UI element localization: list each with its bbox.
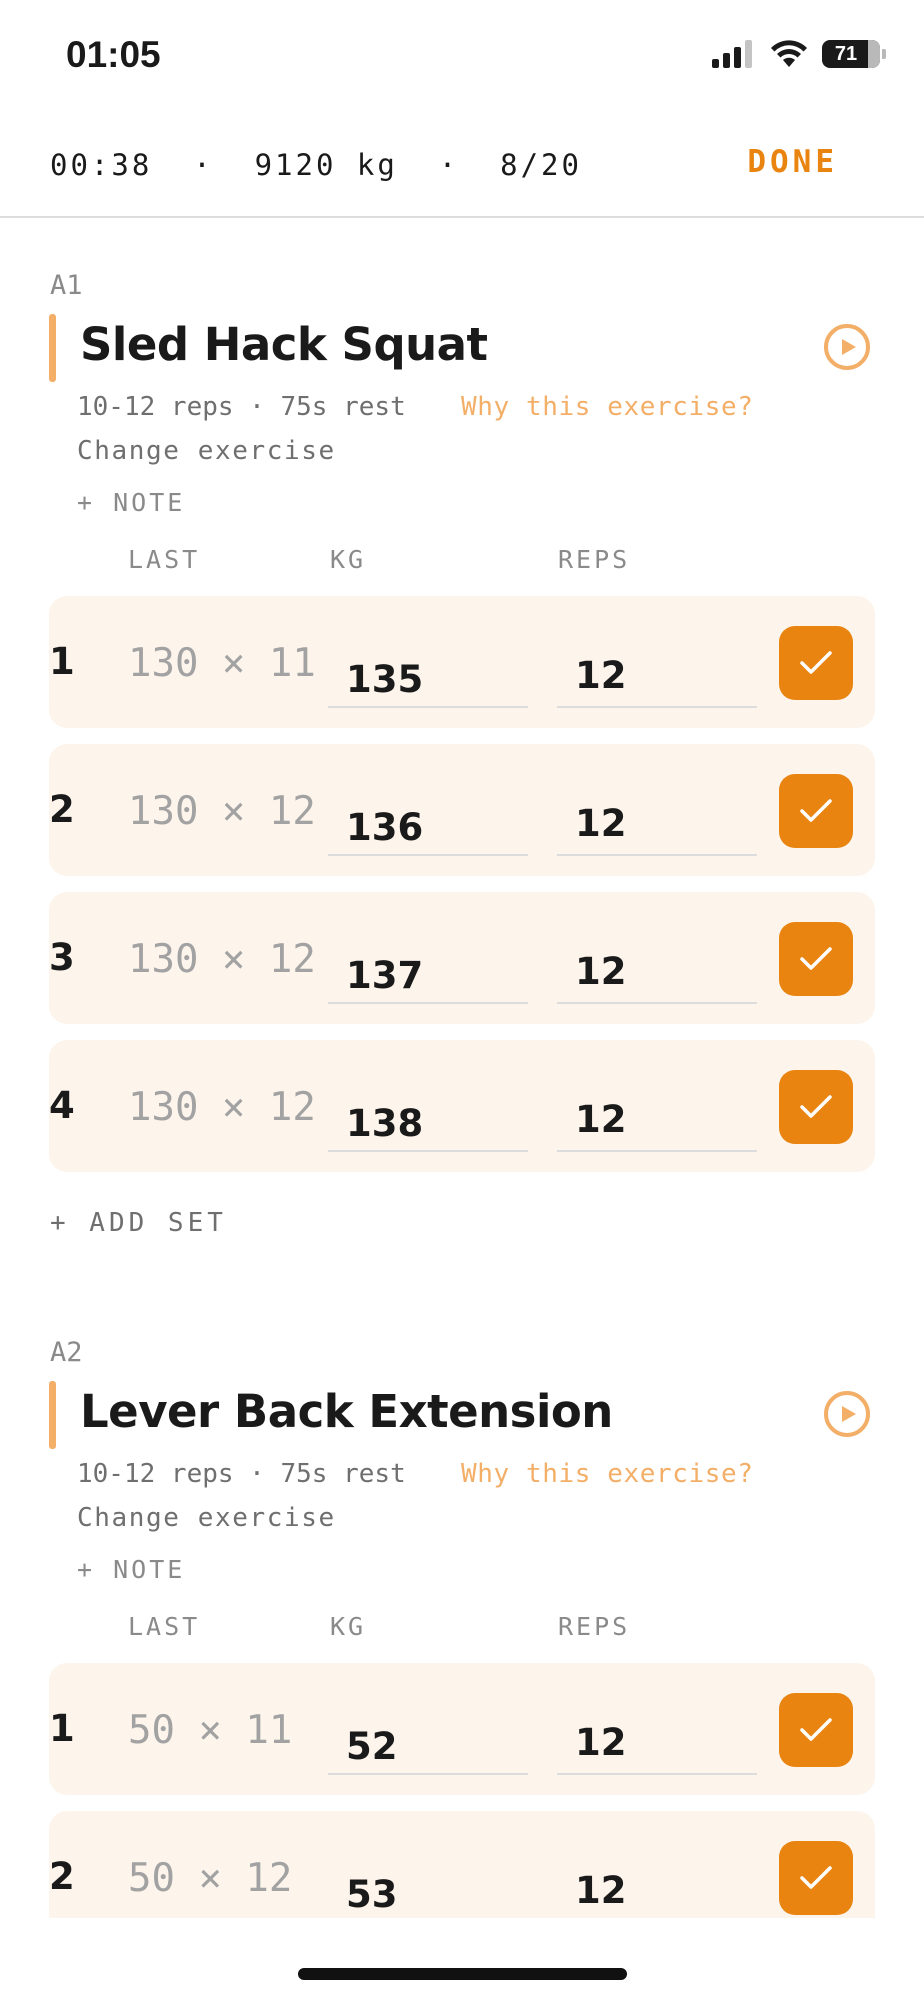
checkmark-icon (800, 1718, 832, 1741)
set-number: 4 (49, 1084, 75, 1127)
set-number: 1 (49, 640, 75, 683)
checkmark-icon (800, 651, 832, 674)
complete-set-button[interactable] (779, 1693, 853, 1767)
exercise-code: A1 (50, 270, 83, 301)
exercise-title: Lever Back Extension (80, 1385, 613, 1438)
battery-icon: 71 (822, 40, 880, 68)
set-number: 2 (49, 1855, 75, 1898)
add-set-button[interactable]: + ADD SET (50, 1208, 227, 1238)
kg-input[interactable] (328, 1867, 528, 1918)
exercise-title: Sled Hack Squat (80, 318, 488, 371)
kg-input[interactable] (328, 800, 528, 856)
column-header-reps: REPS (558, 1612, 631, 1641)
set-last-performance: 130 × 11 (128, 641, 316, 686)
set-row: 3 130 × 12 (49, 892, 875, 1024)
cellular-signal-icon (712, 40, 752, 68)
change-exercise-link[interactable]: Change exercise (77, 436, 336, 466)
set-row: 1 130 × 11 (49, 596, 875, 728)
kg-input[interactable] (328, 652, 528, 708)
reps-input[interactable] (557, 1859, 757, 1918)
column-header-kg: KG (330, 545, 367, 574)
why-this-exercise-link[interactable]: Why this exercise? (461, 392, 754, 422)
kg-input[interactable] (328, 948, 528, 1004)
reps-input[interactable] (557, 940, 757, 1004)
workout-summary-bar: 00:38 · 9120 kg · 8/20 DONE (0, 110, 924, 218)
kg-input[interactable] (328, 1096, 528, 1152)
reps-input[interactable] (557, 644, 757, 708)
complete-set-button[interactable] (779, 1841, 853, 1915)
set-last-performance: 50 × 12 (128, 1856, 293, 1901)
status-bar: 01:05 71 (0, 0, 924, 110)
status-time: 01:05 (66, 34, 161, 75)
wifi-icon (771, 40, 807, 67)
status-icons: 71 (712, 40, 886, 68)
battery-level: 71 (834, 42, 858, 65)
why-this-exercise-link[interactable]: Why this exercise? (461, 1459, 754, 1489)
set-last-performance: 130 × 12 (128, 937, 316, 982)
set-row: 1 50 × 11 (49, 1663, 875, 1795)
column-header-last: LAST (128, 545, 201, 574)
reps-input[interactable] (557, 1711, 757, 1775)
set-last-performance: 50 × 11 (128, 1708, 293, 1753)
reps-input[interactable] (557, 792, 757, 856)
exercise-meta: 10-12 reps · 75s rest (77, 392, 406, 422)
set-number: 1 (49, 1707, 75, 1750)
battery-nub (882, 49, 886, 59)
set-row: 2 130 × 12 (49, 744, 875, 876)
column-header-kg: KG (330, 1612, 367, 1641)
checkmark-icon (800, 799, 832, 822)
exercise-accent-bar (49, 1381, 56, 1449)
home-indicator[interactable] (298, 1968, 627, 1980)
reps-input[interactable] (557, 1088, 757, 1152)
checkmark-icon (800, 1866, 832, 1889)
play-video-icon[interactable] (824, 324, 870, 370)
complete-set-button[interactable] (779, 922, 853, 996)
exercise-accent-bar (49, 314, 56, 382)
complete-set-button[interactable] (779, 774, 853, 848)
done-button[interactable]: DONE (747, 144, 838, 180)
workout-content[interactable]: A1 Sled Hack Squat 10-12 reps · 75s rest… (0, 220, 924, 1918)
set-last-performance: 130 × 12 (128, 1085, 316, 1130)
kg-input[interactable] (328, 1719, 528, 1775)
set-row: 2 50 × 12 (49, 1811, 875, 1918)
set-number: 2 (49, 788, 75, 831)
set-number: 3 (49, 936, 75, 979)
complete-set-button[interactable] (779, 1070, 853, 1144)
set-row: 4 130 × 12 (49, 1040, 875, 1172)
column-header-last: LAST (128, 1612, 201, 1641)
workout-summary: 00:38 · 9120 kg · 8/20 (50, 148, 582, 182)
checkmark-icon (800, 947, 832, 970)
exercise-code: A2 (50, 1337, 83, 1368)
set-last-performance: 130 × 12 (128, 789, 316, 834)
exercise-meta: 10-12 reps · 75s rest (77, 1459, 406, 1489)
add-note-button[interactable]: + NOTE (77, 488, 185, 517)
play-video-icon[interactable] (824, 1391, 870, 1437)
add-note-button[interactable]: + NOTE (77, 1555, 185, 1584)
checkmark-icon (800, 1095, 832, 1118)
change-exercise-link[interactable]: Change exercise (77, 1503, 336, 1533)
complete-set-button[interactable] (779, 626, 853, 700)
column-header-reps: REPS (558, 545, 631, 574)
